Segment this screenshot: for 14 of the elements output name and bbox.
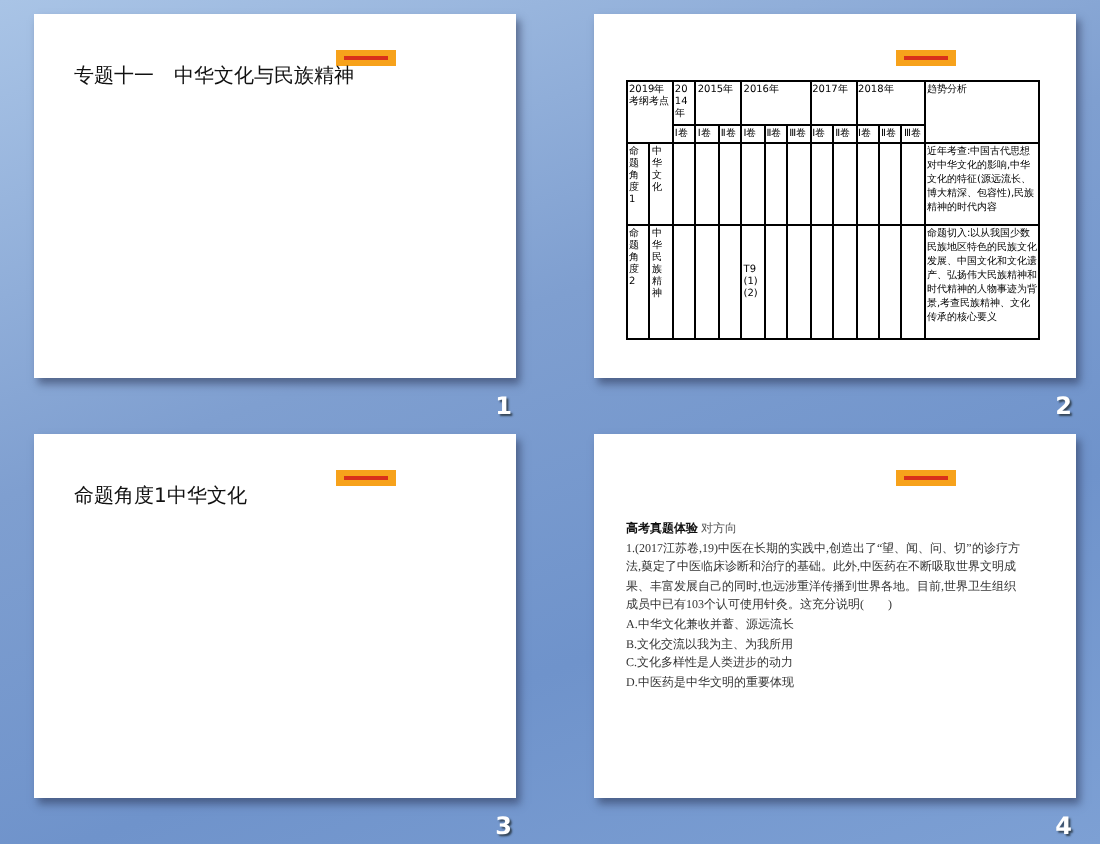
slide-number: 1 xyxy=(495,390,512,422)
slide-thumbnail[interactable] xyxy=(594,434,1076,798)
label-icon xyxy=(896,50,956,66)
label-icon xyxy=(896,470,956,486)
slide-number: 4 xyxy=(1055,810,1072,842)
slide-thumbnail[interactable]: 命题角度1中华文化 xyxy=(34,434,516,798)
slide-number: 3 xyxy=(495,810,512,842)
slide-thumbnail[interactable]: 专题十一 中华文化与民族精神 xyxy=(34,14,516,378)
slide-number: 2 xyxy=(1055,390,1072,422)
label-icon xyxy=(336,470,396,486)
slide-title: 专题十一 中华文化与民族精神 xyxy=(74,63,354,90)
label-icon xyxy=(336,50,396,66)
slide-thumbnail[interactable] xyxy=(594,14,1076,378)
slide-title: 命题角度1中华文化 xyxy=(74,483,247,510)
